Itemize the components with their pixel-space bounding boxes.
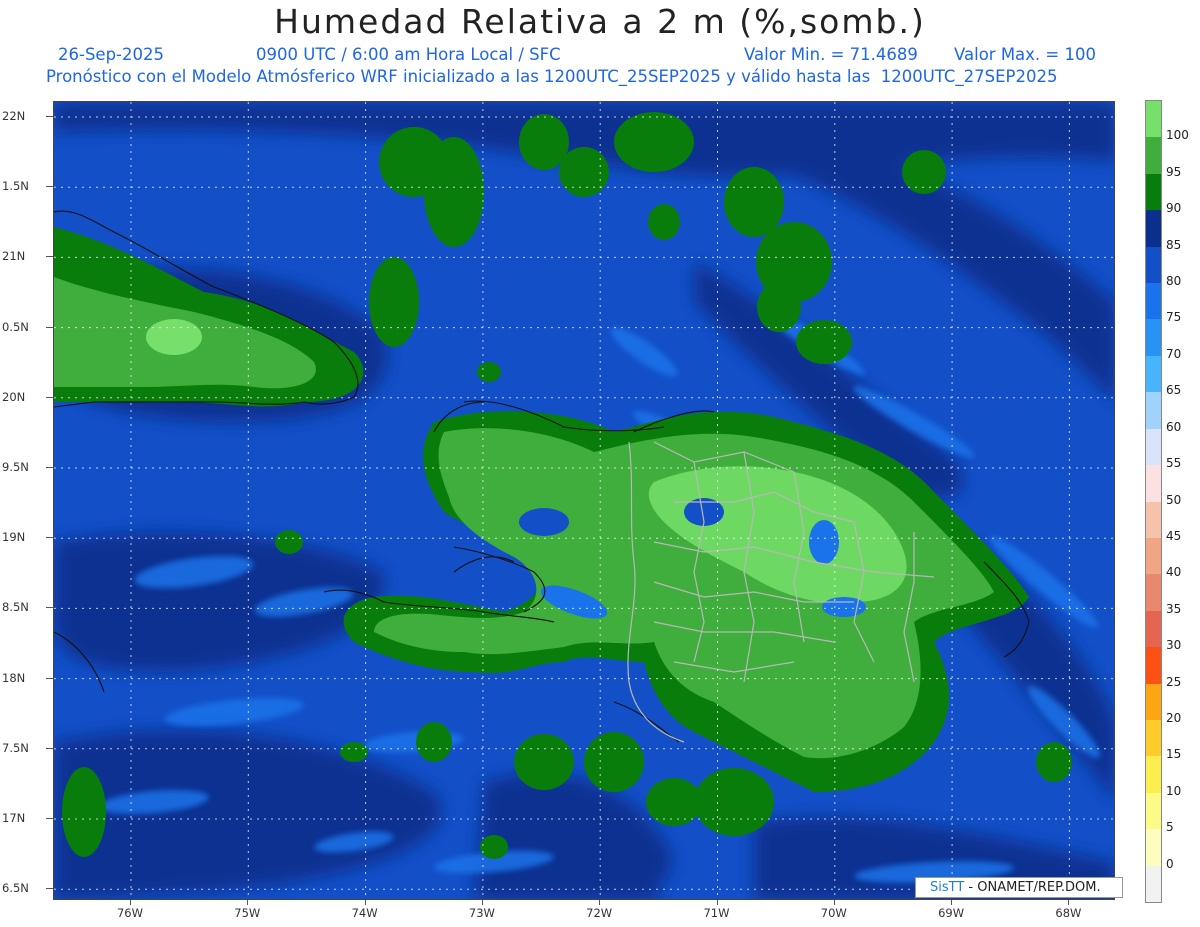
colorbar-label: 45 xyxy=(1166,528,1182,543)
colorbar-swatch xyxy=(1146,756,1161,794)
longitude-tick xyxy=(833,900,835,905)
latitude-label: 6.5N xyxy=(2,881,29,896)
latitude-label: 19N xyxy=(2,530,26,545)
colorbar-swatch xyxy=(1146,319,1161,357)
colorbar-label: 65 xyxy=(1166,383,1182,398)
latitude-label: 0.5N xyxy=(2,319,29,334)
colorbar-label: 90 xyxy=(1166,201,1182,216)
colorbar-swatch xyxy=(1146,246,1161,284)
colorbar-label: 20 xyxy=(1166,710,1182,725)
longitude-tick xyxy=(951,900,953,905)
longitude-label: 68W xyxy=(1055,906,1082,920)
forecast-date: 26-Sep-2025 xyxy=(58,45,164,64)
latitude-tick xyxy=(46,747,53,749)
colorbar-label: 80 xyxy=(1166,274,1182,289)
latitude-tick xyxy=(46,116,53,117)
latitude-tick xyxy=(46,888,53,890)
longitude-tick xyxy=(247,900,249,905)
longitude-label: 75W xyxy=(234,906,261,920)
latitude-label: 7.5N xyxy=(2,740,29,755)
colorbar-label: 70 xyxy=(1166,346,1182,361)
latitude-tick xyxy=(46,326,53,328)
latitude-label: 9.5N xyxy=(2,460,29,474)
colorbar-label: 40 xyxy=(1166,565,1182,580)
colorbar-label: 0 xyxy=(1166,856,1174,871)
colorbar-swatch xyxy=(1146,101,1161,138)
colorbar-label: 10 xyxy=(1166,783,1182,798)
latitude-label: 18N xyxy=(2,670,26,685)
colorbar-swatch xyxy=(1146,647,1161,685)
latitude-tick xyxy=(46,467,53,468)
forecast-time-info: 0900 UTC / 6:00 am Hora Local / SFC xyxy=(256,45,561,64)
forecast-model-info: Pronóstico con el Modelo Atmósferico WRF… xyxy=(46,67,1058,86)
colorbar-swatch xyxy=(1146,829,1161,867)
colorbar-swatch xyxy=(1146,465,1161,502)
longitude-label: 73W xyxy=(468,906,495,920)
latitude-label: 17N xyxy=(2,811,26,825)
latitude-tick xyxy=(46,607,53,609)
latitude-label: 8.5N xyxy=(2,600,29,615)
colorbar-swatch xyxy=(1146,610,1161,648)
colorbar-swatch xyxy=(1146,574,1161,612)
colorbar-swatch xyxy=(1146,683,1161,721)
colorbar-swatch xyxy=(1146,719,1161,757)
longitude-tick xyxy=(364,900,366,905)
longitude-tick xyxy=(599,900,601,905)
latitude-tick xyxy=(46,396,53,398)
latitude-tick xyxy=(46,256,53,258)
latitude-label: 1.5N xyxy=(2,179,29,194)
humidity-map xyxy=(53,101,1115,900)
colorbar-swatch xyxy=(1146,137,1161,175)
longitude-tick xyxy=(716,900,718,905)
longitude-label: 70W xyxy=(820,906,847,920)
longitude-label: 72W xyxy=(586,906,613,920)
colorbar-swatch xyxy=(1146,428,1161,466)
latitude-tick xyxy=(46,537,53,539)
colorbar-swatch xyxy=(1146,792,1161,830)
colorbar-label: 30 xyxy=(1166,638,1182,653)
min-value-label: Valor Min. = 71.4689 xyxy=(744,45,918,64)
credit-brand: SisTT xyxy=(930,880,965,895)
latitude-label: 20N xyxy=(2,389,26,404)
colorbar-swatch xyxy=(1146,501,1161,539)
colorbar-swatch xyxy=(1146,210,1161,248)
latitude-tick xyxy=(46,818,53,819)
latitude-tick xyxy=(46,186,53,188)
longitude-tick xyxy=(1068,900,1070,905)
colorbar-label: 5 xyxy=(1166,820,1174,835)
longitude-label: 69W xyxy=(938,906,965,920)
latitude-label: 22N xyxy=(2,109,26,123)
credit-text: - ONAMET/REP.DOM. xyxy=(964,880,1101,895)
colorbar-swatch xyxy=(1146,283,1161,320)
colorbar-label: 25 xyxy=(1166,674,1182,689)
longitude-label: 71W xyxy=(703,906,730,920)
latitude-label: 21N xyxy=(2,249,26,264)
colorbar-swatch xyxy=(1146,537,1161,575)
colorbar-label: 55 xyxy=(1166,456,1182,471)
colorbar-label: 95 xyxy=(1166,164,1182,179)
colorbar-label: 100 xyxy=(1166,128,1189,143)
latitude-tick xyxy=(46,677,53,679)
credit-box: SisTT - ONAMET/REP.DOM. xyxy=(915,877,1123,898)
colorbar-swatch xyxy=(1146,355,1161,393)
map-canvas xyxy=(54,102,1114,899)
colorbar-label: 85 xyxy=(1166,237,1182,252)
longitude-tick xyxy=(481,900,483,905)
longitude-tick xyxy=(130,900,131,905)
colorbar-swatch xyxy=(1146,865,1161,903)
longitude-label: 74W xyxy=(351,906,378,920)
colorbar-swatch xyxy=(1146,173,1161,211)
colorbar xyxy=(1145,100,1162,903)
colorbar-label: 35 xyxy=(1166,601,1182,616)
map-title: Humedad Relativa a 2 m (%,somb.) xyxy=(274,2,926,41)
colorbar-label: 50 xyxy=(1166,492,1182,507)
max-value-label: Valor Max. = 100 xyxy=(954,45,1096,64)
longitude-label: 76W xyxy=(116,906,143,920)
colorbar-label: 75 xyxy=(1166,310,1182,325)
colorbar-label: 60 xyxy=(1166,419,1182,434)
colorbar-label: 15 xyxy=(1166,747,1182,762)
colorbar-swatch xyxy=(1146,392,1161,430)
